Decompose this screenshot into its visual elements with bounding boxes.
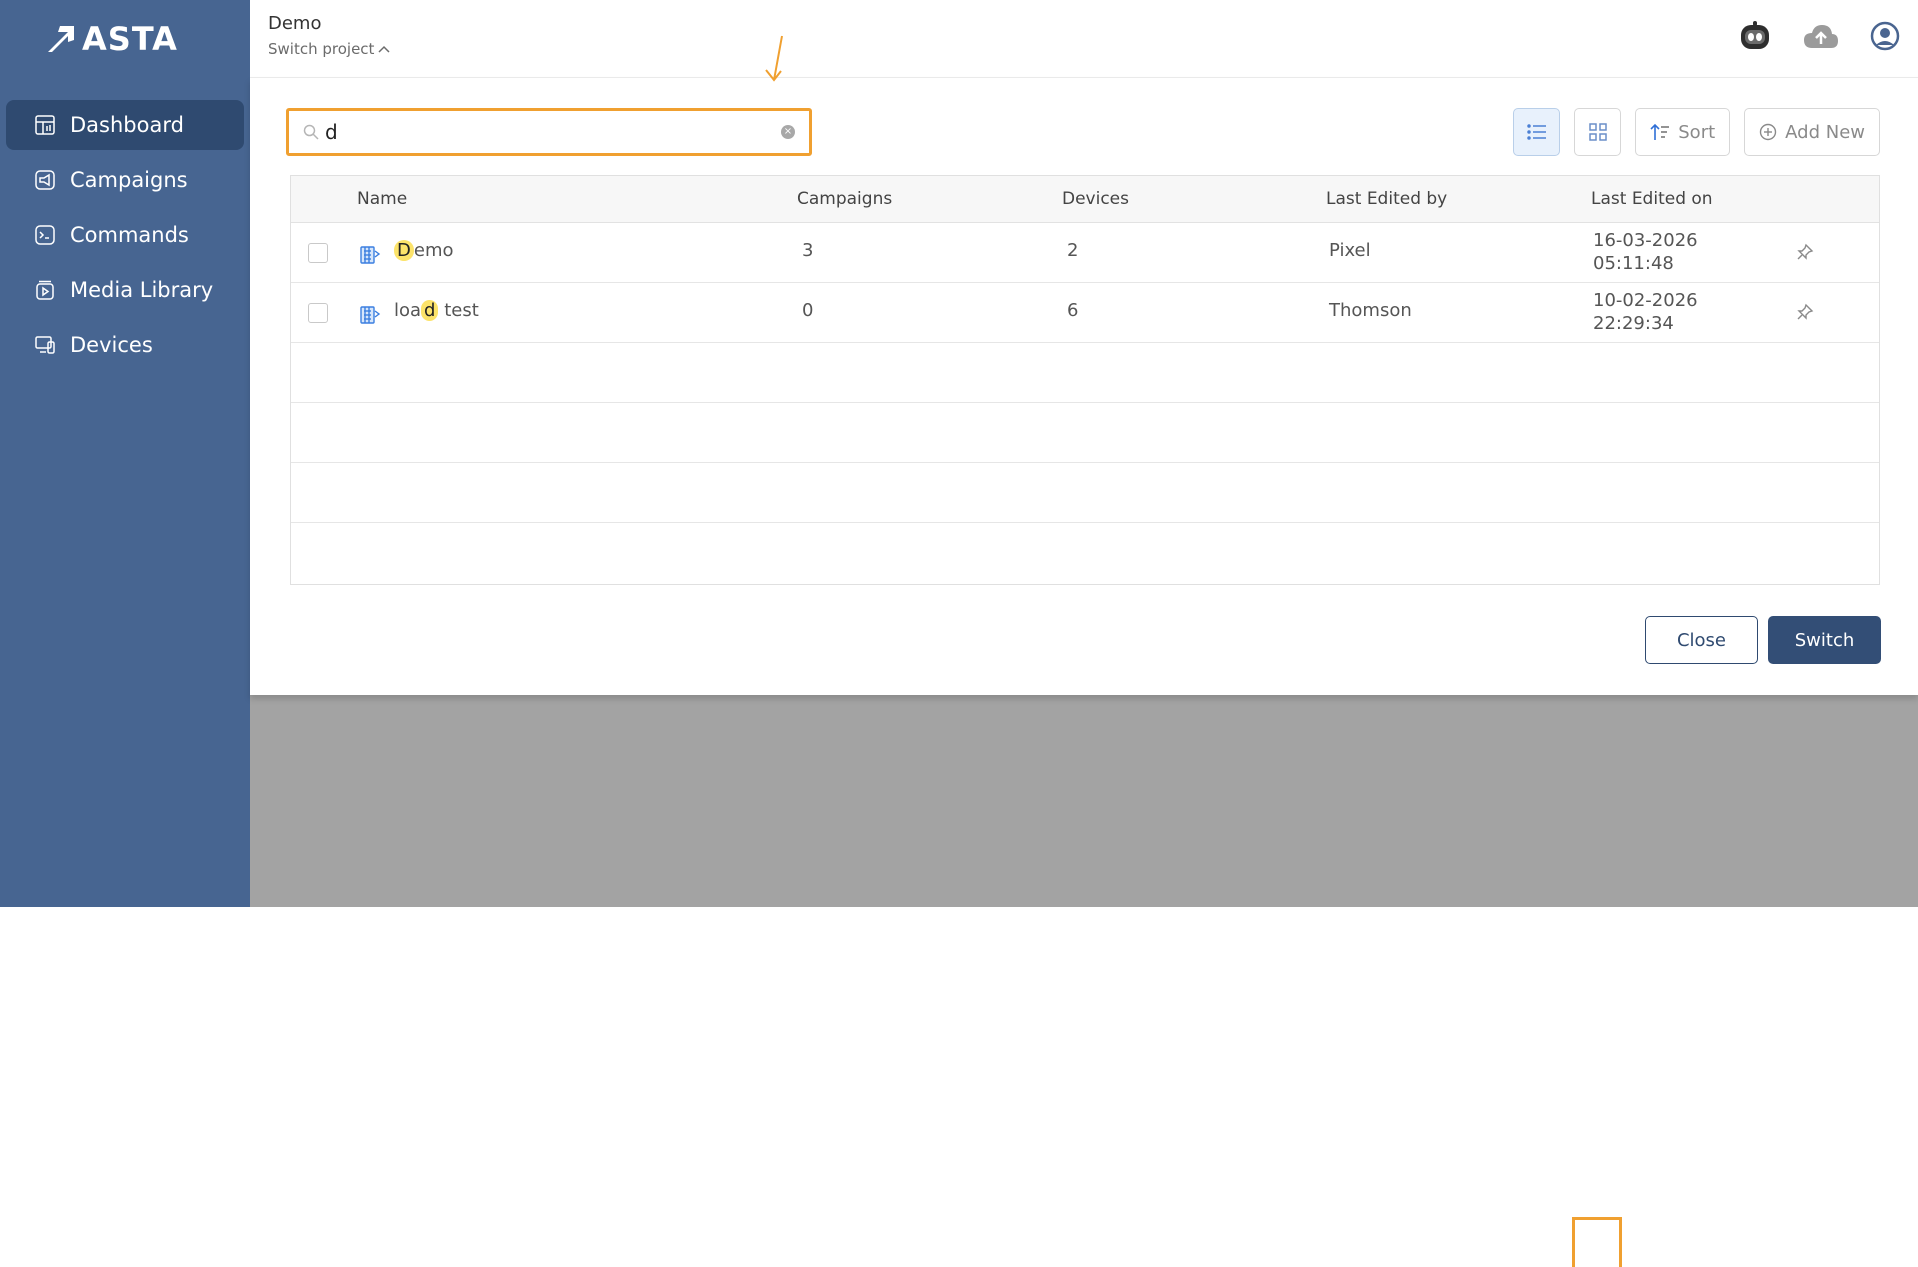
column-header-last-edited-on[interactable]: Last Edited on [1591,189,1713,209]
row-checkbox[interactable] [308,303,328,323]
devices-cell: 6 [1067,300,1079,321]
empty-table-row [291,403,1879,463]
switch-project-toggle[interactable]: Switch project [268,40,390,58]
project-icon [360,246,381,264]
last-edited-by-cell: Pixel [1329,240,1371,261]
search-input[interactable] [325,120,781,144]
projects-table: Name Campaigns Devices Last Edited by La… [290,175,1880,585]
devices-cell: 2 [1067,240,1079,261]
empty-table-row [291,523,1879,583]
top-header: Demo Switch project [250,0,1918,78]
row-checkbox[interactable] [308,243,328,263]
empty-table-row [291,343,1879,403]
sort-icon [1650,123,1670,140]
sidebar-item-label: Dashboard [70,113,184,137]
pin-icon[interactable] [1796,303,1814,321]
terminal-icon [35,225,55,245]
megaphone-icon [35,170,55,190]
sort-button[interactable]: Sort [1635,108,1731,156]
annotation-focus-box [1572,1217,1622,1267]
sidebar-item-media-library[interactable]: Media Library [6,265,244,315]
dashboard-icon [35,115,55,135]
table-row[interactable]: Demo 3 2 Pixel 16-03-2026 05:11:48 [291,223,1879,283]
sidebar-item-dashboard[interactable]: Dashboard [6,100,244,150]
media-icon [36,280,54,300]
sidebar-item-commands[interactable]: Commands [6,210,244,260]
switch-button[interactable]: Switch [1768,616,1881,664]
header-icons [1738,20,1900,52]
column-header-name[interactable]: Name [357,189,407,209]
last-edited-by-cell: Thomson [1329,300,1412,321]
sidebar-item-label: Media Library [70,278,214,302]
devices-icon [35,336,55,354]
grid-view-button[interactable] [1574,108,1622,156]
clear-search-icon[interactable]: × [781,125,795,139]
last-edited-on-cell: 10-02-2026 22:29:34 [1593,290,1698,334]
add-new-label: Add New [1785,121,1865,143]
switch-project-modal: × Sort [250,35,1918,695]
list-view-button[interactable] [1513,108,1561,156]
pin-icon[interactable] [1796,243,1814,261]
project-search-box[interactable]: × [286,108,812,156]
sidebar-item-devices[interactable]: Devices [6,320,244,370]
switch-project-label: Switch project [268,40,375,58]
logo-text: ASTA [82,20,178,58]
campaigns-cell: 0 [802,300,814,321]
project-icon [360,306,381,324]
grid-icon [1589,123,1607,141]
sidebar-item-label: Commands [70,223,189,247]
cloud-upload-icon[interactable] [1802,22,1840,50]
sidebar-item-label: Campaigns [70,168,188,192]
project-name: Demo [268,13,322,34]
robot-icon[interactable] [1738,20,1772,52]
add-new-button[interactable]: Add New [1744,108,1880,156]
column-header-devices[interactable]: Devices [1062,189,1129,209]
annotation-arrow-icon [765,35,783,82]
close-button[interactable]: Close [1645,616,1758,664]
column-header-last-edited-by[interactable]: Last Edited by [1326,189,1447,209]
search-match-highlight: d [421,300,439,321]
table-header: Name Campaigns Devices Last Edited by La… [291,176,1879,223]
project-name-cell: loa d test [394,300,479,321]
empty-table-row [291,463,1879,523]
logo-arrow-icon [48,26,74,52]
view-toolbar: Sort Add New [1513,108,1880,156]
list-icon [1527,124,1546,140]
campaigns-cell: 3 [802,240,814,261]
logo[interactable]: ASTA [46,20,178,58]
search-match-highlight: D [394,240,414,261]
search-icon [303,124,319,140]
sidebar-item-campaigns[interactable]: Campaigns [6,155,244,205]
sidebar-item-label: Devices [70,333,153,357]
user-avatar-icon[interactable] [1870,21,1900,51]
sidebar: ASTA Dashboard Campaigns Commands Media … [0,0,250,907]
chevron-up-icon [378,45,390,53]
app-window: ASTA Dashboard Campaigns Commands Media … [0,0,1918,907]
column-header-campaigns[interactable]: Campaigns [797,189,892,209]
project-name-cell: Demo [394,240,454,261]
plus-circle-icon [1759,123,1777,141]
table-row[interactable]: loa d test 0 6 Thomson 10-02-2026 22:29:34 [291,283,1879,343]
sidebar-nav: Dashboard Campaigns Commands Media Libra… [6,100,244,375]
sort-label: Sort [1678,121,1716,143]
last-edited-on-cell: 16-03-2026 05:11:48 [1593,230,1698,274]
